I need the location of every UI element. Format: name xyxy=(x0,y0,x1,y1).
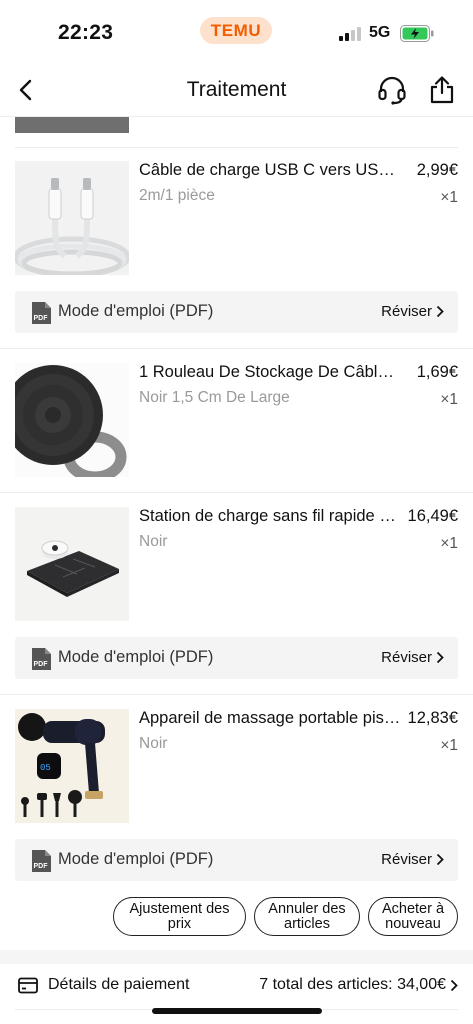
order-item[interactable]: Câble de charge USB C vers USB C 2m 2,99… xyxy=(0,161,473,277)
review-button[interactable]: Réviser xyxy=(381,649,444,666)
product-image-charging-station[interactable] xyxy=(15,507,129,621)
product-quantity: ×1 xyxy=(440,737,458,754)
review-button[interactable]: Réviser xyxy=(381,851,444,868)
svg-text:PDF: PDF xyxy=(34,661,49,668)
divider xyxy=(0,694,473,695)
product-quantity: ×1 xyxy=(440,391,458,408)
chevron-right-icon xyxy=(436,853,444,866)
network-type: 5G xyxy=(369,24,391,41)
manual-pdf-row[interactable]: PDF Mode d'emploi (PDF) Réviser xyxy=(15,839,458,881)
review-button[interactable]: Réviser xyxy=(381,303,444,320)
divider xyxy=(15,147,458,148)
product-variant: Noir 1,5 Cm De Large xyxy=(139,389,290,406)
product-price: 1,69€ xyxy=(416,363,458,381)
order-total: 7 total des articles: 34,00€ xyxy=(259,976,458,994)
headset-icon[interactable] xyxy=(377,75,407,105)
svg-text:05: 05 xyxy=(40,763,51,773)
top-nav-bar: Traitement xyxy=(0,64,473,117)
cellular-signal-icon xyxy=(339,27,361,41)
product-variant: Noir xyxy=(139,533,168,550)
manual-label: Mode d'emploi (PDF) xyxy=(58,302,214,320)
status-time: 22:23 xyxy=(58,21,114,44)
chevron-right-icon xyxy=(436,651,444,664)
order-item[interactable]: Station de charge sans fil rapide 3 en 1… xyxy=(0,507,473,623)
product-variant: 2m/1 pièce xyxy=(139,187,215,204)
divider xyxy=(0,348,473,349)
battery-charging-icon xyxy=(400,25,434,42)
pdf-file-icon: PDF xyxy=(32,850,51,872)
product-title[interactable]: Appareil de massage portable pistolet xyxy=(139,709,401,728)
previous-product-image[interactable] xyxy=(15,117,129,133)
payment-details-label: Détails de paiement xyxy=(48,976,190,993)
manual-pdf-row[interactable]: PDF Mode d'emploi (PDF) Réviser xyxy=(15,637,458,679)
svg-text:PDF: PDF xyxy=(34,315,49,322)
divider xyxy=(0,492,473,493)
product-price: 12,83€ xyxy=(407,709,458,727)
pdf-file-icon: PDF xyxy=(32,302,51,324)
status-bar: 22:23 TEMU 5G xyxy=(0,0,473,64)
chevron-right-icon xyxy=(450,979,458,991)
product-title[interactable]: Station de charge sans fil rapide 3 en 1 xyxy=(139,507,401,526)
product-price: 2,99€ xyxy=(416,161,458,179)
svg-text:PDF: PDF xyxy=(34,863,49,870)
home-indicator[interactable] xyxy=(152,1008,322,1014)
cancel-items-button[interactable]: Annuler des articles xyxy=(254,897,360,936)
order-item[interactable]: 1 Rouleau De Stockage De Câble Auto-agri… xyxy=(0,363,473,479)
section-separator xyxy=(0,950,473,964)
pdf-file-icon: PDF xyxy=(32,648,51,670)
credit-card-icon xyxy=(18,977,38,994)
manual-label: Mode d'emploi (PDF) xyxy=(58,850,214,868)
product-quantity: ×1 xyxy=(440,535,458,552)
product-title[interactable]: Câble de charge USB C vers USB C 2m xyxy=(139,161,401,180)
product-price: 16,49€ xyxy=(407,507,458,525)
product-image-massage-gun[interactable]: 05 xyxy=(15,709,129,823)
payment-details-row[interactable]: Détails de paiement 7 total des articles… xyxy=(0,964,473,1010)
manual-pdf-row[interactable]: PDF Mode d'emploi (PDF) Réviser xyxy=(15,291,458,333)
chevron-right-icon xyxy=(436,305,444,318)
buy-again-button[interactable]: Acheter à nouveau xyxy=(368,897,458,936)
product-variant: Noir xyxy=(139,735,168,752)
product-title[interactable]: 1 Rouleau De Stockage De Câble Auto-agri… xyxy=(139,363,401,382)
manual-label: Mode d'emploi (PDF) xyxy=(58,648,214,666)
product-image-cable-roll[interactable] xyxy=(15,363,129,477)
order-item[interactable]: 05 Appareil de massage portable pistolet… xyxy=(0,709,473,825)
product-image-usb-cable[interactable] xyxy=(15,161,129,275)
temu-app-badge[interactable]: TEMU xyxy=(200,17,272,44)
share-icon[interactable] xyxy=(428,75,456,105)
price-adjustment-button[interactable]: Ajustement des prix xyxy=(113,897,246,936)
product-quantity: ×1 xyxy=(440,189,458,206)
